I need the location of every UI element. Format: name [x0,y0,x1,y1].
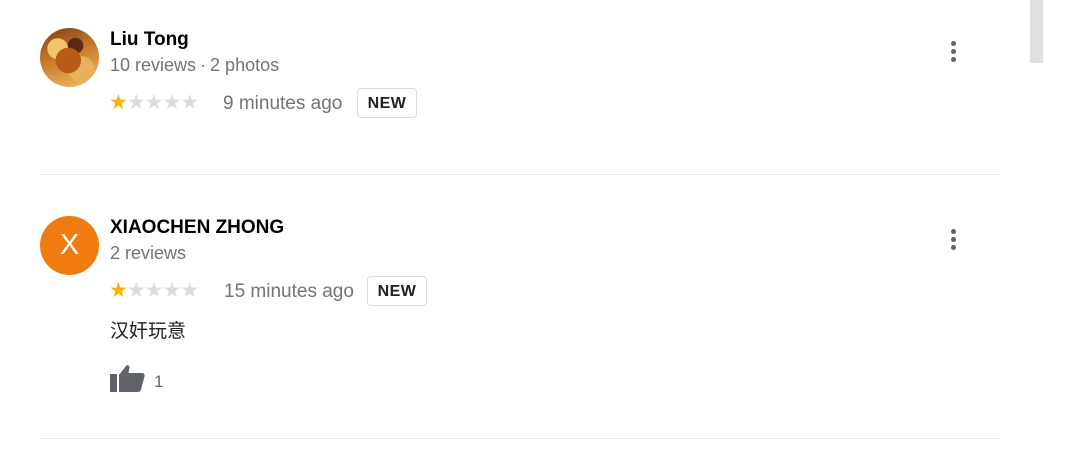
review-item: Liu Tong 10 reviews · 2 photos ★★★★★ 9 min… [0,0,1000,174]
star-icon: ★ [162,279,181,302]
review-time: 9 minutes ago [223,93,343,114]
more-vert-icon[interactable] [946,229,960,253]
new-badge: NEW [357,88,417,118]
divider [40,438,1000,439]
star-icon: ★ [180,279,199,302]
review-text: 汉奸玩意 [110,321,187,342]
star-icon: ★ [180,91,199,114]
star-icon: ★ [144,279,164,302]
star-rating: ★★★★★ [109,279,199,303]
reviewer-meta: 10 reviews · 2 photos [110,54,279,76]
new-badge: NEW [367,276,427,306]
reviews-count: 2 reviews [110,243,187,263]
more-vert-icon[interactable] [946,41,960,65]
star-icon: ★ [109,279,128,302]
star-icon: ★ [126,279,146,302]
review-time: 15 minutes ago [224,281,354,302]
reviewer-name[interactable]: XIAOCHEN ZHONG [110,217,284,239]
star-icon: ★ [162,91,181,114]
review-item: X XIAOCHEN ZHONG 2 reviews ★★★★★ 15 minu… [0,175,1000,439]
scrollbar-thumb[interactable] [1030,0,1043,63]
reviews-count: 10 reviews [110,55,197,75]
photos-count: 2 photos [210,55,280,75]
avatar[interactable] [40,28,99,87]
star-icon: ★ [109,91,128,114]
avatar[interactable]: X [40,216,99,275]
meta-separator: · [200,55,207,75]
reviewer-name[interactable]: Liu Tong [110,29,189,51]
star-rating: ★★★★★ [109,91,199,115]
star-icon: ★ [126,91,146,114]
thumb-up-icon[interactable] [109,363,145,393]
like-count: 1 [154,372,164,391]
star-icon: ★ [144,91,164,114]
